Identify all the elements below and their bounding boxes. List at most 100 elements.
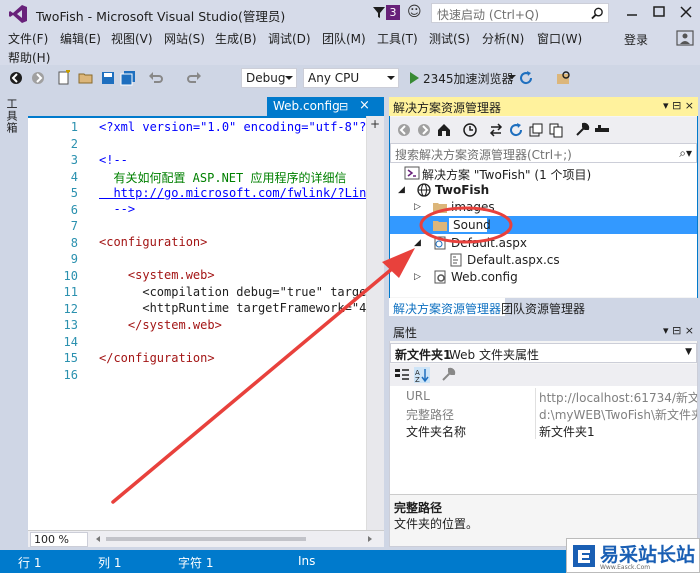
menu-file[interactable]: 文件(F) bbox=[8, 30, 48, 47]
quick-launch-input[interactable]: 快速启动 (Ctrl+Q) bbox=[431, 3, 609, 23]
properties-object-select[interactable]: 新文件夹1 Web 文件夹属性 ▼ bbox=[390, 343, 697, 363]
code-editor[interactable]: 1 2 3 4 5 6 7 8 9 10 11 12 13 14 15 16 <?xml version="1… bbox=[28, 116, 384, 530]
menu-edit[interactable]: 编辑(E) bbox=[60, 30, 101, 47]
preview-selected-icon[interactable] bbox=[594, 122, 610, 138]
property-row-url[interactable]: URL http://localhost:61734/新文件夹 bbox=[390, 388, 697, 405]
pending-changes-icon[interactable] bbox=[462, 122, 478, 138]
home-icon[interactable] bbox=[436, 122, 452, 138]
tree-item-images[interactable]: ▷ images bbox=[390, 199, 697, 216]
tab-team-explorer[interactable]: 团队资源管理器 bbox=[497, 298, 589, 316]
tab-solution-explorer[interactable]: 解决方案资源管理器 bbox=[389, 298, 506, 316]
send-feedback-icon[interactable]: ☺ bbox=[407, 4, 422, 20]
solution-configuration-select[interactable]: Debug bbox=[241, 68, 297, 88]
show-all-files-icon[interactable] bbox=[548, 122, 564, 138]
solution-explorer-toolbar bbox=[390, 117, 697, 143]
back-icon[interactable] bbox=[396, 122, 412, 138]
menu-website[interactable]: 网站(S) bbox=[164, 30, 205, 47]
properties-wrench-icon[interactable] bbox=[574, 122, 590, 138]
property-divider bbox=[535, 405, 536, 422]
tree-item-default-aspx[interactable]: ◢ Default.aspx bbox=[390, 235, 697, 252]
menu-team[interactable]: 团队(M) bbox=[322, 30, 366, 47]
code-text: <httpRuntime targetFramework="4.5 bbox=[99, 301, 381, 315]
chevron-down-icon: ▼ bbox=[685, 347, 692, 357]
undo-icon[interactable] bbox=[148, 70, 164, 86]
zoom-value: 100 % bbox=[34, 533, 69, 546]
tree-item-project[interactable]: ◢ TwoFish bbox=[390, 182, 697, 199]
maximize-button[interactable] bbox=[646, 2, 672, 22]
tab-web-config[interactable]: Web.config ⊟ × bbox=[267, 97, 384, 116]
close-tab-icon[interactable]: × bbox=[359, 98, 370, 113]
split-window-icon[interactable]: + bbox=[368, 118, 382, 132]
code-text: <?xml version="1.0" encoding="utf-8"?> bbox=[99, 120, 374, 134]
back-icon[interactable] bbox=[8, 70, 24, 86]
csharp-file-icon bbox=[450, 253, 462, 267]
editor-horizontal-scrollbar[interactable] bbox=[94, 535, 374, 543]
menu-help[interactable]: 帮助(H) bbox=[8, 49, 50, 66]
menu-build[interactable]: 生成(B) bbox=[215, 30, 257, 47]
start-icon[interactable] bbox=[406, 70, 422, 86]
folder-icon bbox=[433, 203, 447, 213]
notification-badge[interactable]: 3 bbox=[386, 5, 400, 20]
solution-platform-value: Any CPU bbox=[308, 71, 360, 85]
redo-icon[interactable] bbox=[186, 70, 202, 86]
sync-icon[interactable] bbox=[488, 122, 504, 138]
find-in-files-icon[interactable] bbox=[555, 70, 571, 86]
filter-icon[interactable] bbox=[372, 5, 386, 19]
refresh-icon[interactable] bbox=[508, 122, 524, 138]
property-row-folder-name[interactable]: 文件夹名称 新文件夹1 bbox=[390, 422, 697, 439]
watermark-subtext: Www.Easck.Com bbox=[600, 564, 651, 571]
menu-analyze[interactable]: 分析(N) bbox=[482, 30, 524, 47]
tree-item-web-config[interactable]: ▷ Web.config bbox=[390, 269, 697, 286]
menu-window[interactable]: 窗口(W) bbox=[537, 30, 582, 47]
save-icon[interactable] bbox=[100, 70, 116, 86]
expanded-arrow-icon[interactable]: ◢ bbox=[414, 238, 421, 248]
collapsed-arrow-icon[interactable]: ▷ bbox=[414, 202, 421, 212]
properties-title: 属性 bbox=[393, 326, 418, 340]
property-row-full-path[interactable]: 完整路径 d:\myWEB\TwoFish\新文件夹1\ bbox=[390, 405, 697, 422]
open-file-icon[interactable] bbox=[78, 70, 94, 86]
account-icon[interactable] bbox=[676, 30, 694, 46]
code-link[interactable]: http://go.microsoft.com/fwlink/?LinkI bbox=[99, 186, 380, 200]
forward-icon[interactable] bbox=[30, 70, 46, 86]
run-target-dropdown-icon[interactable] bbox=[508, 75, 516, 79]
forward-icon[interactable] bbox=[416, 122, 432, 138]
menu-debug[interactable]: 调试(D) bbox=[268, 30, 311, 47]
rename-folder-input[interactable]: Sound bbox=[448, 217, 491, 233]
categorized-icon[interactable] bbox=[394, 367, 410, 383]
tree-item-label: Default.aspx bbox=[451, 236, 527, 250]
tree-item-sound-selected[interactable]: Sound bbox=[390, 216, 697, 234]
code-line-13: </system.web> bbox=[99, 318, 222, 332]
line-number: 5 bbox=[70, 186, 78, 200]
panel-window-controls[interactable]: ▾ ⊟ × bbox=[663, 324, 694, 337]
property-pages-wrench-icon[interactable] bbox=[440, 367, 456, 383]
minimize-button[interactable] bbox=[619, 2, 645, 22]
editor-vertical-scrollbar[interactable] bbox=[366, 116, 384, 530]
menu-view[interactable]: 视图(V) bbox=[111, 30, 153, 47]
code-text: <system.web> bbox=[99, 268, 215, 282]
save-all-icon[interactable] bbox=[120, 70, 136, 86]
sign-in-link[interactable]: 登录 bbox=[624, 31, 648, 48]
collapsed-arrow-icon[interactable]: ▷ bbox=[414, 272, 421, 282]
line-number: 15 bbox=[63, 351, 78, 365]
site-watermark: 易采站长站 Www.Easck.Com bbox=[566, 538, 700, 573]
run-target-label[interactable]: 2345加速浏览器 bbox=[423, 70, 514, 87]
zoom-select[interactable]: 100 % bbox=[30, 532, 88, 547]
pin-tab-icon[interactable]: ⊟ bbox=[339, 100, 348, 113]
tree-item-default-cs[interactable]: Default.aspx.cs bbox=[390, 252, 697, 269]
expanded-arrow-icon[interactable]: ◢ bbox=[398, 185, 405, 195]
tree-item-label: images bbox=[451, 200, 495, 214]
refresh-browser-icon[interactable] bbox=[518, 70, 534, 86]
solution-platform-select[interactable]: Any CPU bbox=[303, 68, 399, 88]
property-name: URL bbox=[406, 389, 430, 403]
toolbox-tab[interactable]: 工具箱 bbox=[3, 98, 19, 134]
collapse-all-icon[interactable] bbox=[528, 122, 544, 138]
solution-explorer-search-input[interactable]: 搜索解决方案资源管理器(Ctrl+;) ⌕▾ bbox=[390, 143, 697, 163]
panel-window-controls[interactable]: ▾ ⊟ × bbox=[663, 99, 694, 112]
alphabetical-icon[interactable]: AZ bbox=[414, 367, 430, 383]
tree-item-solution[interactable]: 解决方案 "TwoFish" (1 个项目) bbox=[390, 165, 697, 182]
property-divider bbox=[535, 388, 536, 405]
close-button[interactable] bbox=[673, 2, 699, 22]
menu-tools[interactable]: 工具(T) bbox=[377, 30, 418, 47]
new-project-icon[interactable] bbox=[56, 70, 72, 86]
menu-test[interactable]: 测试(S) bbox=[429, 30, 470, 47]
